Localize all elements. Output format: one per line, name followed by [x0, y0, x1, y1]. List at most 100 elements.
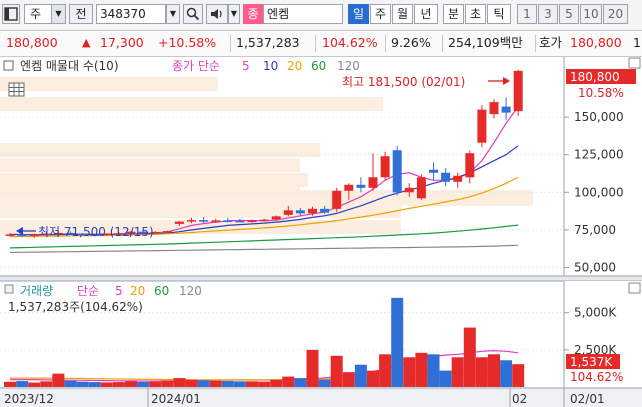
tab-second[interactable]: 초	[465, 4, 486, 24]
volume-bar	[427, 354, 440, 387]
volume-bar	[294, 378, 307, 387]
volume-bar	[185, 379, 198, 387]
volume-bar	[439, 370, 452, 387]
interval-1-label: 1	[523, 7, 531, 21]
price-change-pct: +10.58%	[158, 35, 217, 50]
volume-bar	[330, 355, 343, 387]
price-tick-label: 50,000	[574, 260, 616, 274]
x-axis-current-date: 02/01	[570, 392, 605, 406]
candle-body	[513, 70, 523, 112]
candle-body	[332, 190, 342, 209]
volume-bar	[173, 378, 186, 387]
volume-bar	[258, 381, 271, 387]
volume-bar	[246, 381, 258, 387]
trade-amount: 254,109백만	[448, 35, 523, 50]
volume-legend-ma-label: 단순	[77, 284, 99, 298]
last-price-pct: 10.58%	[578, 86, 624, 100]
price-legend-name: 엔켐 매물대 수(10)	[20, 59, 119, 73]
volume-bar	[367, 370, 379, 387]
tab-year-label: 년	[420, 7, 432, 21]
volume-bar	[52, 373, 65, 387]
code-dropdown-button[interactable]: ▼	[166, 4, 180, 24]
vol-legend-ma60: 60	[154, 284, 169, 298]
tab-month[interactable]: 월	[392, 4, 413, 24]
volume-bar	[354, 364, 367, 387]
tab-tick[interactable]: 틱	[487, 4, 511, 24]
candle-body	[453, 175, 463, 182]
volume-tick-label: 5,000K	[574, 306, 617, 320]
volume-bar	[197, 380, 210, 387]
stock-name-field[interactable]: 엔켐	[263, 4, 343, 24]
x-axis-label-feb: 02	[512, 392, 527, 406]
x-axis-label-dec: 2023/12	[4, 392, 54, 406]
volume-bar	[40, 381, 53, 387]
price-tick-label: 75,000	[574, 223, 616, 237]
market-type-select[interactable]: 주 ▼	[24, 4, 66, 24]
legend-box-icon[interactable]	[4, 284, 14, 294]
window-icon[interactable]	[2, 4, 20, 24]
interval-3-label: 3	[544, 7, 552, 21]
candle-body	[211, 220, 221, 222]
stock-code-input[interactable]: 348370	[96, 4, 166, 24]
candle-body	[441, 172, 451, 182]
table-icon[interactable]	[8, 82, 25, 97]
chevron-down-icon: ▼	[230, 9, 238, 18]
search-icon	[186, 7, 200, 21]
volume-bar	[451, 357, 464, 387]
volume-bar	[28, 382, 41, 387]
price-legend-ma-label: 종가 단순	[172, 59, 220, 73]
tab-tick-label: 틱	[493, 7, 505, 21]
search-button[interactable]	[183, 4, 203, 24]
volume-bar	[88, 382, 101, 387]
chevron-down-icon: ▼	[169, 9, 177, 18]
speaker-dropdown-button[interactable]: ▼	[228, 4, 240, 24]
tab-month-label: 월	[396, 7, 409, 21]
tab-day-label: 일	[352, 7, 365, 21]
last-volume-label: 1,537K	[570, 355, 613, 369]
legend-ma5: 5	[242, 59, 250, 73]
interval-5-button[interactable]: 5	[559, 4, 579, 24]
candle-body	[17, 234, 27, 236]
speaker-button[interactable]	[206, 4, 228, 24]
interval-1-button[interactable]: 1	[517, 4, 537, 24]
current-price: 180,800	[6, 35, 58, 50]
ask-label: 호가	[539, 35, 563, 50]
tab-second-label: 초	[469, 7, 482, 21]
legend-ma120: 120	[337, 59, 360, 73]
toolbar: 주 ▼ 전 348370 ▼ ▼ 종 엔켐 일 주 월 년 분 초 틱 1 3 …	[0, 0, 642, 31]
volume-value: 1,537,283	[236, 35, 300, 50]
last-volume-pct: 104.62%	[570, 370, 623, 384]
candle-body	[477, 109, 487, 143]
volume-bar	[270, 379, 283, 387]
tab-minute[interactable]: 분	[443, 4, 464, 24]
prev-button[interactable]: 전	[69, 4, 93, 24]
stock-chart[interactable]: 150,000 125,000 100,000 75,000 50,000 180,80…	[0, 57, 642, 407]
panel-menu-icon[interactable]	[628, 57, 641, 69]
tab-week[interactable]: 주	[370, 4, 391, 24]
interval-3-button[interactable]: 3	[538, 4, 558, 24]
tab-week-label: 주	[374, 7, 387, 21]
volume-bar	[403, 357, 416, 387]
interval-10-button[interactable]: 10	[580, 4, 602, 24]
ask-price: 180,800	[570, 35, 622, 50]
stock-badge-label: 종	[247, 7, 259, 21]
ask-extra: 1	[633, 35, 641, 50]
panel-menu-icon[interactable]	[628, 282, 641, 294]
candle-body	[380, 156, 390, 178]
high-annotation: 최고 181,500 (02/01)	[342, 75, 465, 89]
tab-day[interactable]: 일	[348, 4, 369, 24]
tab-minute-label: 분	[447, 7, 460, 21]
volume-bar	[415, 352, 428, 387]
interval-20-button[interactable]: 20	[603, 4, 628, 24]
volume-bar	[463, 327, 476, 387]
stock-name-value: 엔켐	[267, 7, 290, 21]
tab-year[interactable]: 년	[414, 4, 438, 24]
volume-bar	[512, 364, 525, 387]
volume-profile-bar	[0, 173, 308, 187]
chevron-down-icon: ▼	[51, 5, 65, 23]
volume-bar	[4, 381, 16, 387]
candle-body	[416, 177, 426, 199]
quote-bar: 180,800 ▲ 17,300 +10.58% 1,537,283 104.6…	[0, 31, 642, 57]
volume-bar	[209, 380, 222, 387]
prev-label: 전	[75, 7, 87, 21]
